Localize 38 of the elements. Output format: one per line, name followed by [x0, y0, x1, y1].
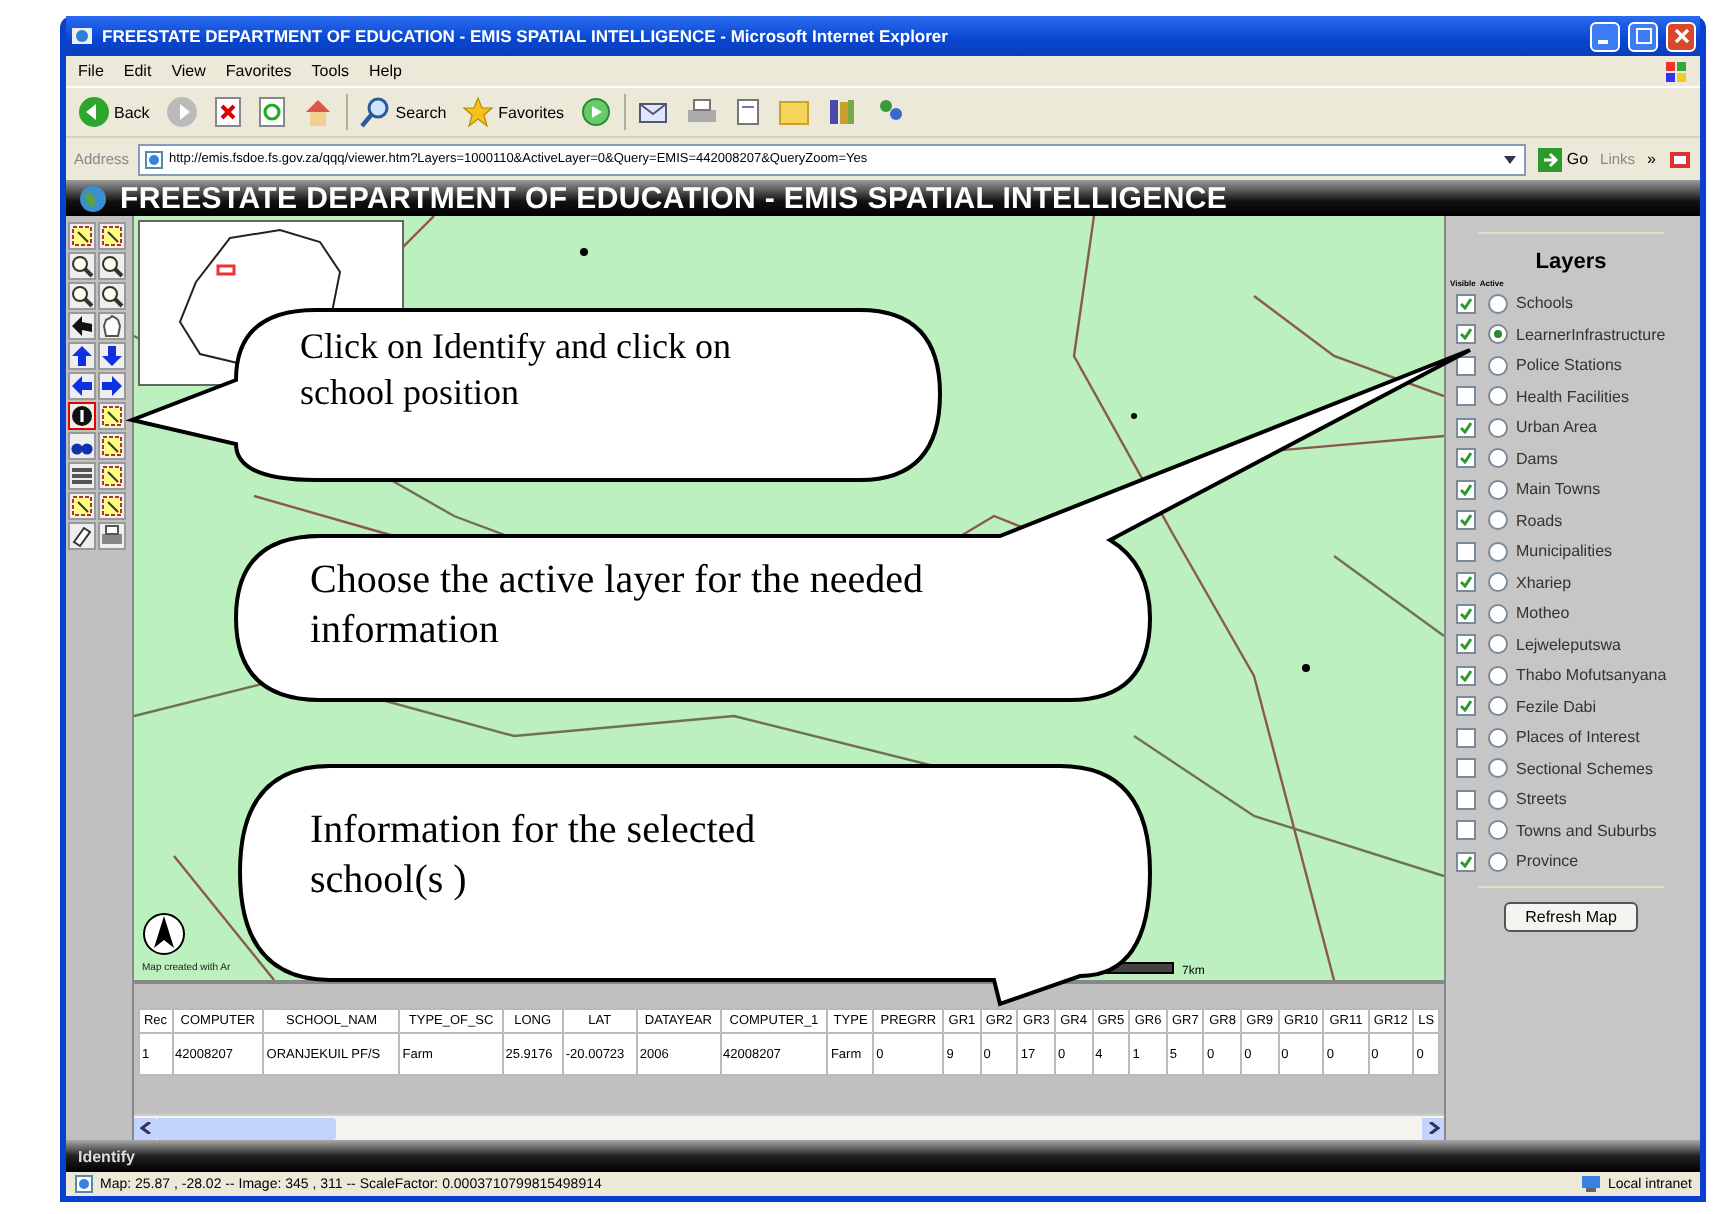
window-title: FREESTATE DEPARTMENT OF EDUCATION - EMIS SPATIAL INTELLIGENCE - Microsoft Internet Explorer: [102, 26, 950, 46]
menu-item[interactable]: Edit: [123, 62, 152, 80]
layer-name: Fezile Dabi: [1516, 697, 1597, 716]
layer-name: Dams: [1516, 449, 1558, 468]
layer-name: Sectional Schemes: [1516, 759, 1653, 778]
menu-item[interactable]: Help: [368, 62, 402, 80]
callout-text: Information for the selected school(s ): [310, 806, 758, 906]
favorites-button[interactable]: Favorites: [458, 92, 569, 132]
active-tool-label: Identify: [78, 1147, 135, 1165]
callout-text: Click on Identify and click on school position: [300, 324, 733, 414]
layer-name: Streets: [1516, 790, 1567, 809]
refresh-map-button[interactable]: Refresh Map: [1503, 901, 1639, 931]
layers-title: Layers: [1533, 250, 1609, 274]
layer-name: Roads: [1516, 511, 1563, 530]
menu-item[interactable]: Favorites: [225, 62, 292, 80]
layer-name: Province: [1516, 852, 1579, 871]
callout-text: Choose the active layer for the needed information: [310, 556, 926, 656]
layer-name: Lejweleputswa: [1516, 635, 1621, 654]
layer-name: Municipalities: [1516, 542, 1613, 561]
menu-item[interactable]: File: [78, 62, 104, 80]
menu-item[interactable]: View: [171, 62, 206, 80]
layer-name: Police Stations: [1516, 356, 1622, 375]
menu-item[interactable]: Tools: [311, 62, 349, 80]
go-button[interactable]: Go: [1534, 139, 1593, 179]
back-button[interactable]: Back: [74, 92, 154, 132]
layer-name: Motheo: [1516, 604, 1570, 623]
layer-name: Urban Area: [1516, 418, 1597, 437]
layer-name: Places of Interest: [1516, 728, 1640, 747]
layer-name: LearnerInfrastructure: [1516, 325, 1666, 344]
layer-name: Thabo Mofutsanyana: [1516, 666, 1667, 685]
layer-name: Main Towns: [1516, 480, 1601, 499]
layer-name: Towns and Suburbs: [1516, 821, 1657, 840]
layer-name: Schools: [1516, 294, 1573, 313]
app-title: FREESTATE DEPARTMENT OF EDUCATION - EMIS SPATIAL INTELLIGENCE: [120, 181, 1228, 215]
links-more-button[interactable]: »: [1643, 139, 1660, 179]
layer-name: Xhariep: [1516, 573, 1572, 592]
search-button[interactable]: Search: [355, 92, 451, 132]
layer-name: Health Facilities: [1516, 387, 1629, 406]
